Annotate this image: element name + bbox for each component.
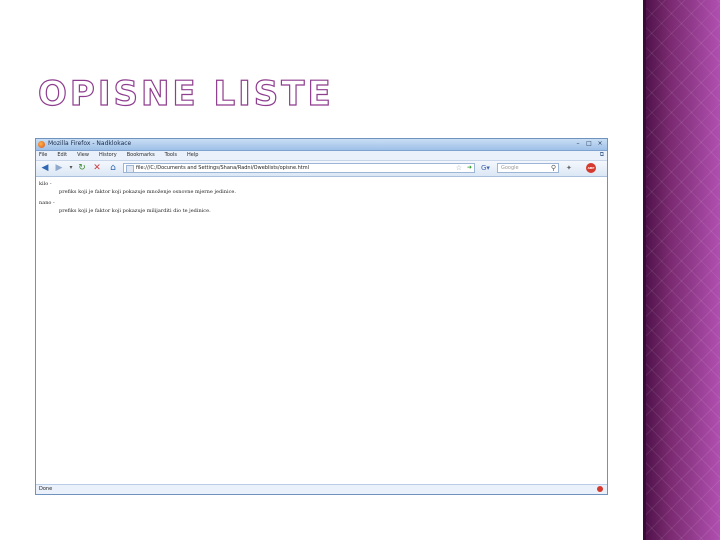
menu-history[interactable]: History (99, 152, 117, 158)
definition-description: prefiks koji je faktor koji pokazuje mil… (59, 208, 211, 214)
menu-file[interactable]: File (39, 152, 47, 158)
title-bar: Mozilla Firefox - Nadklokace – □ × (36, 139, 607, 151)
search-engine-selector[interactable]: G▾ (481, 163, 497, 173)
slide-title: OPISNE LISTE (37, 73, 334, 114)
definition-term: nano - (39, 200, 55, 206)
back-icon[interactable]: ◀ (40, 163, 50, 173)
definition-list: kilo - prefiks koji je faktor koji pokaz… (39, 180, 236, 218)
menu-help[interactable]: Help (187, 152, 198, 158)
strip-edge (643, 0, 646, 540)
address-text[interactable]: file:///C:/Documents and Settings/Shana/… (136, 165, 309, 171)
address-bar[interactable]: file:///C:/Documents and Settings/Shana/… (123, 163, 475, 173)
status-text: Done (39, 486, 53, 492)
firefox-icon (38, 141, 45, 148)
menu-bookmarks[interactable]: Bookmarks (127, 152, 155, 158)
status-bar: Done (36, 484, 607, 494)
menu-bar: File Edit View History Bookmarks Tools H… (36, 151, 607, 161)
window-title: Mozilla Firefox - Nadklokace (48, 140, 132, 147)
addon-icon[interactable]: ✦ (566, 164, 574, 172)
close-button[interactable]: × (596, 140, 604, 147)
search-box[interactable]: Google ⚲ (497, 163, 559, 173)
history-dropdown-icon[interactable]: ▾ (66, 163, 76, 173)
menu-view[interactable]: View (77, 152, 89, 158)
go-arrow-icon[interactable]: ➜ (467, 164, 472, 171)
maximize-button[interactable]: □ (585, 140, 593, 147)
definition-term: kilo - (39, 181, 52, 187)
page-content: kilo - prefiks koji je faktor koji pokaz… (36, 177, 607, 486)
minimize-button[interactable]: – (574, 140, 582, 147)
search-icon[interactable]: ⚲ (551, 164, 556, 172)
search-placeholder: Google (501, 165, 519, 171)
page-favicon-icon (126, 165, 134, 173)
forward-icon[interactable]: ▶ (54, 163, 64, 173)
adblock-icon[interactable]: ABP (586, 163, 596, 173)
restore-icon[interactable]: ⧉ (600, 151, 604, 159)
window-controls: – □ × (574, 140, 604, 147)
menu-tools[interactable]: Tools (165, 152, 177, 158)
decorative-side-strip (643, 0, 720, 540)
reload-icon[interactable]: ↻ (77, 163, 87, 173)
browser-window: Mozilla Firefox - Nadklokace – □ × File … (35, 138, 608, 495)
stop-icon[interactable]: ✕ (92, 163, 102, 173)
bookmark-star-icon[interactable]: ☆ (456, 164, 462, 172)
navigation-toolbar: ◀ ▶ ▾ ↻ ✕ ⌂ file:///C:/Documents and Set… (36, 161, 607, 177)
menu-edit[interactable]: Edit (57, 152, 67, 158)
definition-description: prefiks koji je faktor koji pokazuje mno… (59, 189, 236, 195)
status-adblock-icon[interactable] (597, 486, 603, 492)
home-icon[interactable]: ⌂ (108, 163, 118, 173)
